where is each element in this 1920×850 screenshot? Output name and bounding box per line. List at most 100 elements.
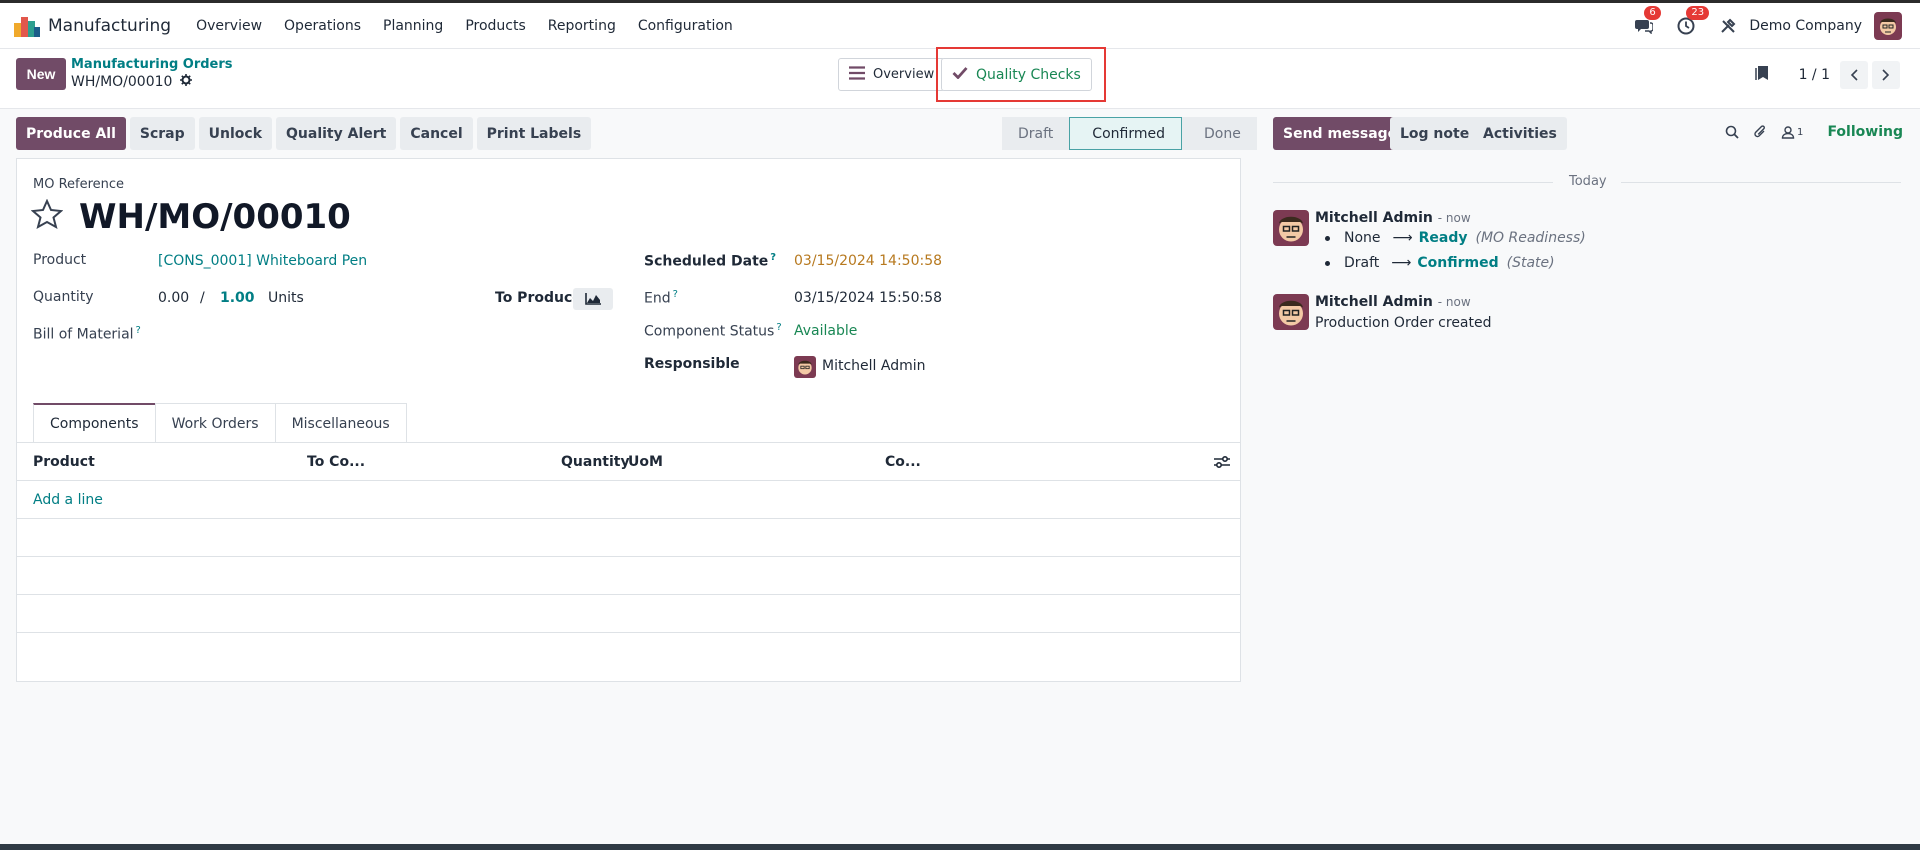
help-mark[interactable]: ? [136,325,141,336]
component-status-field: Available [794,323,858,339]
quantity-produced[interactable]: 0.00 [158,290,189,306]
date-separator: Today [1273,174,1903,190]
app-name[interactable]: Manufacturing [48,16,171,36]
paperclip-icon[interactable] [1753,124,1767,140]
tracking-change: Draft ⟶ Confirmed (State) [1325,255,1555,271]
cancel-button[interactable]: Cancel [400,117,473,150]
form-sheet: MO Reference WH/MO/00010 Product [CONS_0… [16,158,1241,682]
chatter-topbar: Send message Log note Activities 1 Follo… [1273,117,1903,150]
breadcrumb[interactable]: Manufacturing Orders [71,57,233,72]
menu-planning[interactable]: Planning [372,18,454,34]
author-avatar[interactable] [1273,210,1309,246]
end-date-field[interactable]: 03/15/2024 15:50:58 [794,290,942,306]
column-product[interactable]: Product [33,454,95,470]
overview-label: Overview [873,67,935,82]
scheduled-date-field[interactable]: 03/15/2024 14:50:58 [794,253,942,269]
message-body: Production Order created [1315,315,1492,331]
help-mark[interactable]: ? [770,252,776,263]
tab-work-orders[interactable]: Work Orders [154,403,276,443]
tab-components[interactable]: Components [33,403,156,443]
menu-configuration[interactable]: Configuration [627,18,744,34]
chat-icon[interactable]: 6 [1633,6,1661,37]
responsible-field[interactable]: Mitchell Admin [822,358,926,374]
record-name: WH/MO/00010 [71,74,193,90]
scheduled-date-label: Scheduled Date? [644,252,777,270]
menu-operations[interactable]: Operations [273,18,372,34]
gear-icon[interactable] [180,74,193,90]
quality-checks-highlight-box [936,47,1106,102]
chatter-icons: 1 [1725,124,1817,140]
message-author: Mitchell Admin - now [1315,210,1471,226]
pager-value[interactable]: 1 / 1 [1799,67,1830,83]
bottom-strip [0,844,1920,850]
separator-line [1621,182,1901,183]
activities-badge: 23 [1686,6,1710,20]
table-header: Product To Co... Quantity UoM Co... [17,443,1240,481]
help-mark[interactable]: ? [673,289,678,300]
search-icon[interactable] [1725,125,1739,139]
pager: 1 / 1 [1754,61,1900,89]
column-uom[interactable]: UoM [628,454,663,470]
quantity-total[interactable]: 1.00 [220,290,255,306]
log-note-button[interactable]: Log note [1390,117,1480,150]
following-button[interactable]: Following [1827,124,1903,140]
product-field[interactable]: [CONS_0001] Whiteboard Pen [158,253,367,269]
bullet-dot [1325,260,1330,266]
action-bar: Produce All Scrap Unlock Quality Alert C… [16,117,595,150]
activities-button[interactable]: Activities [1473,117,1567,150]
stage-confirmed[interactable]: Confirmed [1069,117,1182,150]
arrow-icon: ⟶ [1391,255,1412,271]
print-labels-button[interactable]: Print Labels [476,117,592,150]
author-avatar[interactable] [1273,294,1309,330]
status-bar: Draft Confirmed Done [1002,117,1257,150]
column-quantity[interactable]: Quantity [561,454,630,470]
table-row [17,557,1240,595]
column-to-consume[interactable]: To Co... [307,454,365,470]
followers-icon[interactable]: 1 [1781,125,1803,139]
company-switcher[interactable]: Demo Company [1749,18,1862,34]
responsible-label: Responsible [644,356,740,372]
message-author: Mitchell Admin - now [1315,294,1471,310]
old-value: Draft [1344,255,1380,271]
menu-reporting[interactable]: Reporting [537,18,627,34]
quantity-separator: / [200,290,205,306]
menu-products[interactable]: Products [454,18,536,34]
bookmark-icon[interactable] [1754,65,1769,85]
previous-record-button[interactable] [1840,61,1868,89]
next-record-button[interactable] [1872,61,1900,89]
chatter-message: Mitchell Admin - now Production Order cr… [1273,294,1903,334]
new-value: Confirmed [1417,255,1499,271]
produce-all-button[interactable]: Produce All [16,117,126,150]
user-avatar[interactable] [1874,12,1902,40]
overview-smart-button[interactable]: Overview [838,58,946,91]
responsible-avatar [794,356,816,378]
page-title: WH/MO/00010 [79,197,351,237]
chart-area-icon[interactable] [573,288,613,310]
mo-reference-label: MO Reference [33,177,125,192]
record-name-text: WH/MO/00010 [71,74,173,90]
product-label: Product [33,252,87,268]
menu-overview[interactable]: Overview [185,18,273,34]
end-label: End? [644,289,678,307]
new-button[interactable]: New [16,58,66,90]
star-icon[interactable] [30,198,64,233]
clock-icon[interactable]: 23 [1675,6,1710,37]
manufacturing-app-icon[interactable] [14,15,40,37]
quality-alert-button[interactable]: Quality Alert [276,117,397,150]
tab-miscellaneous[interactable]: Miscellaneous [274,403,407,443]
send-message-button[interactable]: Send message [1273,117,1408,150]
new-value: Ready [1418,230,1468,246]
stage-done[interactable]: Done [1181,117,1257,150]
help-mark[interactable]: ? [776,322,781,333]
stage-draft[interactable]: Draft [1002,117,1070,150]
message-time: - now [1437,295,1471,309]
arrow-icon: ⟶ [1392,230,1413,246]
tools-icon[interactable] [1717,15,1739,37]
unlock-button[interactable]: Unlock [198,117,273,150]
add-line-link[interactable]: Add a line [33,492,103,508]
optional-columns-icon[interactable] [1214,455,1230,473]
scrap-button[interactable]: Scrap [129,117,195,150]
quantity-uom[interactable]: Units [268,290,304,306]
column-consumed[interactable]: Co... [885,454,921,470]
old-value: None [1344,230,1381,246]
